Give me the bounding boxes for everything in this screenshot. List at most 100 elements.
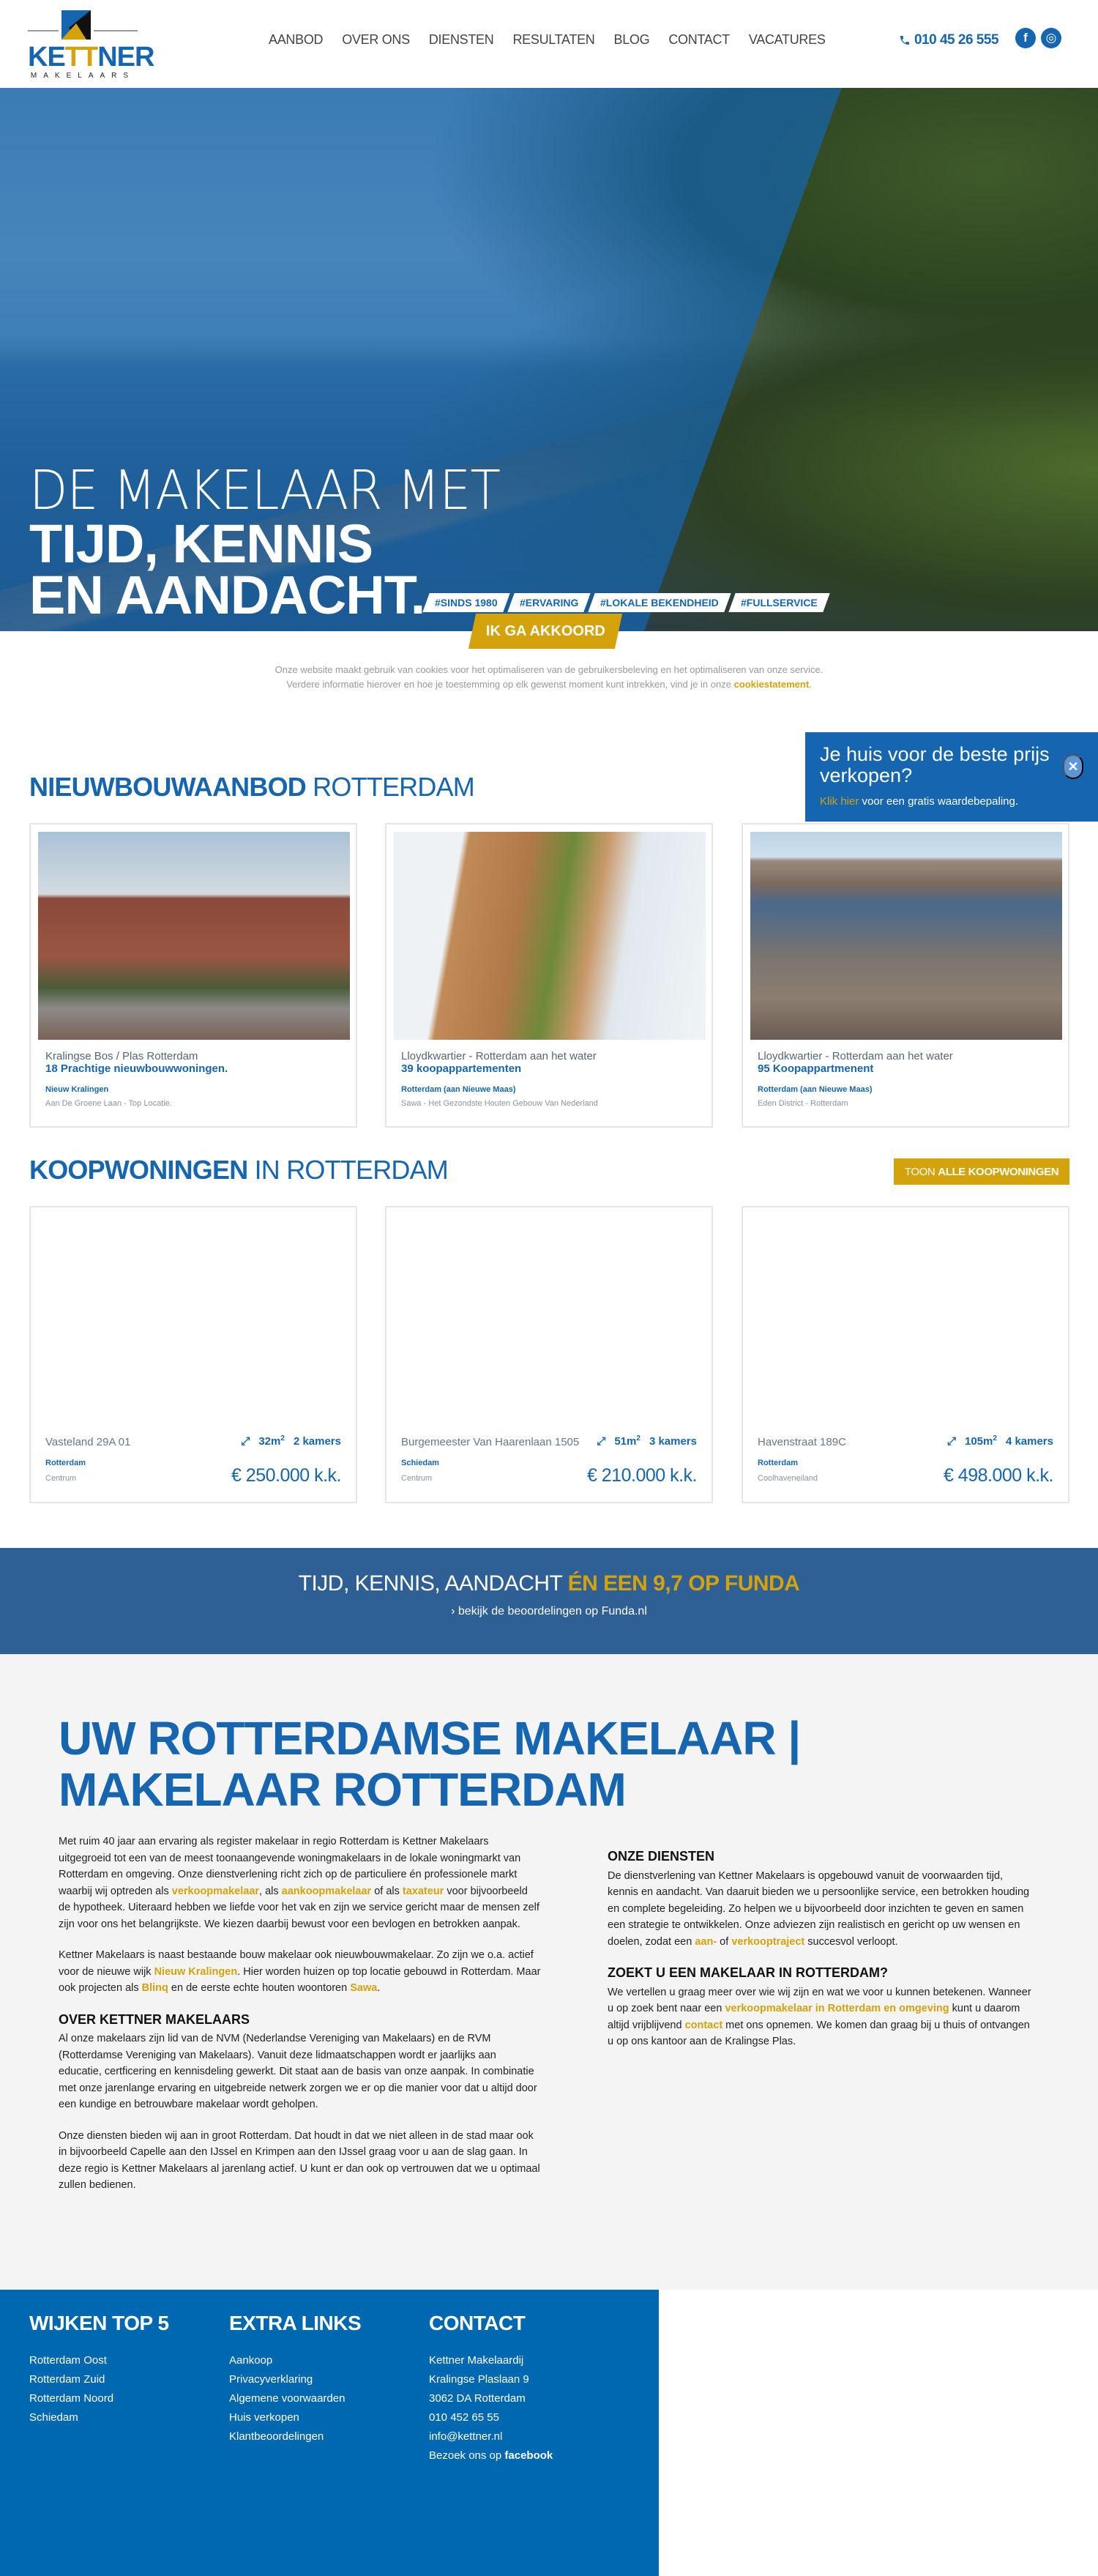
project-title: 95 Koopappartmenent [758,1062,874,1075]
popup-text: Klik hier voor een gratis waardebepaling… [820,795,1018,808]
sawa-link[interactable]: Sawa [350,1982,377,1994]
hero-heading-line2: TIJD, KENNIS [29,513,373,574]
listing-card[interactable]: Burgemeester Van Haarenlaan 1505 ⤢ 51m2 … [385,1206,713,1503]
logo-line-right [94,30,138,31]
listing-area: 51m2 [614,1434,640,1448]
logo-subtitle: MAKELAARS [30,72,135,80]
nav-aanbod[interactable]: AANBOD [269,32,324,48]
nav-vacatures[interactable]: VACATURES [749,32,826,48]
nieuwbouw-card[interactable]: Lloydkwartier - Rotterdam aan het water … [385,823,713,1128]
project-image [750,832,1062,1040]
popup-klik-hier-link[interactable]: Klik hier [820,795,859,808]
resize-arrows-icon: ⤢ [946,1434,956,1448]
project-description: Sawa - Het Gezondste Houten Gebouw Van N… [401,1099,598,1108]
about-heading: UW ROTTERDAMSE MAKELAAR | MAKELAAR ROTTE… [59,1712,801,1816]
listing-district: Centrum [45,1474,77,1483]
contact-phone-link[interactable]: 010 452 65 55 [429,2411,499,2424]
footer-heading: CONTACT [429,2312,526,2334]
nav-contact[interactable]: CONTACT [668,32,730,48]
about-paragraph: Met ruim 40 jaar aan ervaring als regist… [59,1836,539,1930]
nav-diensten[interactable]: DIENSTEN [429,32,494,48]
footer-link[interactable]: Aankoop [229,2354,272,2367]
footer-wijken: WIJKEN TOP 5 Rotterdam Oost Rotterdam Zu… [29,2312,169,2427]
footer-heading: WIJKEN TOP 5 [29,2312,169,2334]
listing-rooms: 2 kamers [293,1434,341,1448]
cookiestatement-link[interactable]: cookiestatement [734,679,810,690]
nieuwbouw-card[interactable]: Kralingse Bos / Plas Rotterdam 18 Pracht… [29,823,357,1128]
facebook-icon[interactable]: f [1015,28,1036,48]
verkooptraject-link[interactable]: verkooptraject [731,1936,804,1948]
nieuwbouw-heading: NIEUWBOUWAANBOD ROTTERDAM [29,772,475,802]
contact-email-link[interactable]: info@kettner.nl [429,2430,502,2443]
cookie-accept-button[interactable]: IK GA AKKOORD [468,614,623,649]
project-description: Aan De Groene Laan - Top Locatie. [45,1099,172,1108]
cookie-notice: Onze website maakt gebruik van cookies v… [274,664,824,690]
phone-link[interactable]: 010 45 26 555 [899,32,999,48]
footer-link[interactable]: Privacyverklaring [229,2373,313,2386]
over-kettner-heading: OVER KETTNER MAKELAARS [59,2011,250,2027]
listing-address: Havenstraat 189C [758,1436,846,1448]
nieuw-kralingen-link[interactable]: Nieuw Kralingen [154,1966,238,1978]
hero-tag: #ERVARING [507,593,591,612]
logo-mark-icon [61,10,91,40]
hero-tag: #FULLSERVICE [728,593,830,612]
nav-blog[interactable]: BLOG [613,32,649,48]
listing-card[interactable]: Havenstraat 189C ⤢ 105m2 4 kamers Rotter… [742,1206,1069,1503]
nav-over-ons[interactable]: OVER ONS [342,32,410,48]
funda-banner: TIJD, KENNIS, AANDACHT ÉN EEN 9,7 OP FUN… [0,1548,1098,1654]
aankoop-link[interactable]: aan- [695,1936,717,1948]
verkoopmakelaar-rotterdam-link[interactable]: verkoopmakelaar in Rotterdam en omgeving [725,2003,949,2014]
about-right-column: ONZE DIENSTEN De dienstverlening van Ket… [608,1848,1032,2065]
koopwoningen-heading: KOOPWONINGEN IN ROTTERDAM [29,1155,449,1185]
about-left-column: Met ruim 40 jaar aan ervaring als regist… [59,1834,542,2208]
footer-contact: CONTACT Kettner Makelaardij Kralingse Pl… [429,2312,553,2462]
resize-arrows-icon: ⤢ [241,1434,250,1448]
toon-alle-koopwoningen-button[interactable]: TOON ALLE KOOPWONINGEN [894,1158,1069,1185]
contact-city: 3062 DA Rotterdam [429,2392,526,2405]
listing-district: Centrum [401,1474,433,1483]
nav-resultaten[interactable]: RESULTATEN [512,32,594,48]
listing-price: € 210.000 k.k. [586,1465,698,1486]
hero-heading-line3: EN AANDACHT. [29,565,425,625]
taxateur-link[interactable]: taxateur [403,1886,444,1897]
contact-link[interactable]: contact [685,2020,723,2031]
verkoopmakelaar-link[interactable]: verkoopmakelaar [172,1886,259,1897]
about-paragraph: Onze diensten bieden wij aan in groot Ro… [59,2129,540,2192]
footer-link[interactable]: Rotterdam Zuid [29,2373,105,2386]
contact-street: Kralingse Plaslaan 9 [429,2373,529,2386]
project-description: Eden District - Rotterdam [758,1099,848,1108]
aankoopmakelaar-link[interactable]: aankoopmakelaar [282,1886,372,1897]
about-paragraph: Al onze makelaars zijn lid van de NVM (N… [59,2033,537,2110]
listing-city: Schiedam [401,1459,439,1467]
site-footer: WIJKEN TOP 5 Rotterdam Oost Rotterdam Zu… [0,2290,659,2576]
funda-reviews-link[interactable]: › bekijk de beoordelingen op Funda.nl [451,1605,647,1618]
footer-link[interactable]: Algemene voorwaarden [229,2392,345,2405]
footer-link[interactable]: Klantbeoordelingen [229,2430,324,2443]
blinq-link[interactable]: Blinq [142,1982,168,1994]
listing-area: 105m2 [965,1434,997,1448]
main-nav: AANBOD OVER ONS DIENSTEN RESULTATEN BLOG… [269,32,826,48]
listing-card[interactable]: Vasteland 29A 01 ⤢ 32m2 2 kamers Rotterd… [29,1206,357,1503]
footer-facebook-link[interactable]: facebook [504,2449,553,2462]
footer-link[interactable]: Rotterdam Oost [29,2354,107,2367]
footer-link[interactable]: Huis verkopen [229,2411,299,2424]
project-image [38,832,350,1040]
listing-price: € 498.000 k.k. [943,1465,1054,1486]
footer-link[interactable]: Schiedam [29,2411,78,2424]
close-icon[interactable]: ✕ [1063,754,1083,779]
hero-heading-line1: DE MAKELAAR MET [29,459,501,522]
site-header: KETTNER MAKELAARS AANBOD OVER ONS DIENST… [0,0,1098,88]
listing-address: Burgemeester Van Haarenlaan 1505 [401,1436,580,1448]
footer-link[interactable]: Rotterdam Noord [29,2392,113,2405]
nieuwbouw-card[interactable]: Lloydkwartier - Rotterdam aan het water … [742,823,1069,1128]
listing-rooms: 4 kamers [1005,1434,1053,1448]
resize-arrows-icon: ⤢ [597,1434,606,1448]
about-paragraph: De dienstverlening van Kettner Makelaars… [608,1869,1030,1948]
logo-wordmark: KETTNER [28,42,154,72]
logo[interactable]: KETTNER MAKELAARS [28,9,154,80]
instagram-icon[interactable]: ◎ [1041,28,1061,48]
hero-tag: #SINDS 1980 [422,593,510,612]
logo-line-left [28,30,59,31]
listing-area: 32m2 [258,1434,285,1448]
listing-price: € 250.000 k.k. [231,1465,342,1486]
